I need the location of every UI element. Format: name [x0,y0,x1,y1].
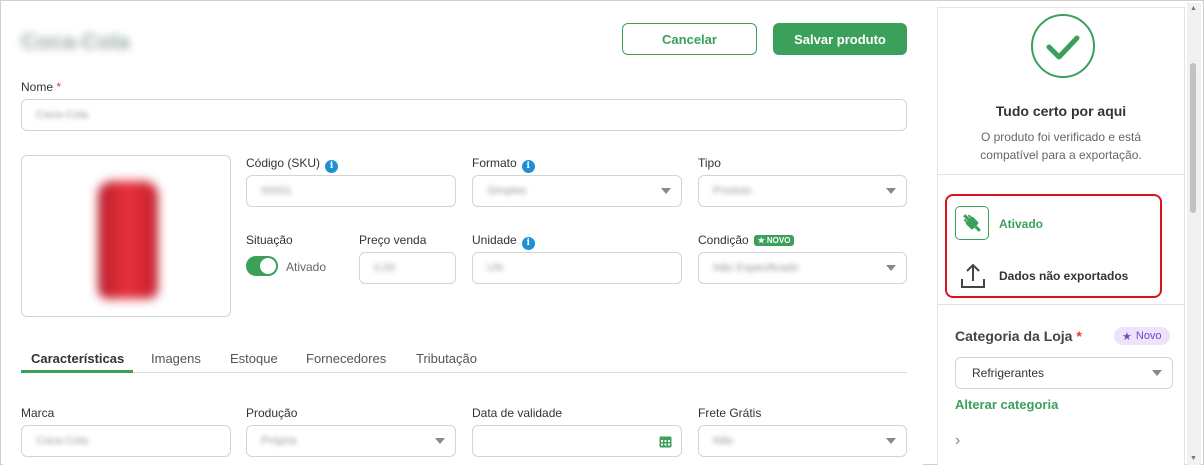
sku-label: Código (SKU) i [246,156,339,173]
active-tab-indicator [21,370,133,373]
sku-input[interactable]: 00001 [246,175,456,207]
type-label: Tipo [698,156,721,170]
format-label: Formato i [472,156,535,173]
condition-select[interactable]: Não Especificado [698,252,907,284]
info-icon[interactable]: i [521,160,535,173]
chevron-right-icon[interactable]: › [955,432,960,450]
product-image[interactable] [21,155,231,317]
export-status: Dados não exportados [999,269,1129,283]
expiry-date-input[interactable] [472,425,682,457]
status-description: O produto foi verificado e está compatív… [980,130,1142,162]
product-form: Coca-Cola Cancelar Salvar produto Nome *… [3,3,923,465]
price-label: Preço venda [359,233,427,247]
check-icon [1031,14,1095,78]
change-category-link[interactable]: Alterar categoria [955,397,1058,412]
info-icon[interactable]: i [521,237,535,250]
new-badge: ★ Novo [1114,327,1170,345]
name-label: Nome * [21,80,62,94]
save-product-button[interactable]: Salvar produto [773,23,907,55]
tab-imagens[interactable]: Imagens [151,351,201,366]
scrollbar[interactable]: ▲ ▼ [1187,3,1201,465]
price-input[interactable]: 0,00 [359,252,456,284]
star-icon: ★ [1122,330,1132,343]
production-select[interactable]: Própria [246,425,456,457]
new-badge: ★ NOVO [753,235,795,246]
unit-label: Unidade i [472,233,535,250]
product-photo [98,181,158,299]
store-category-title: Categoria da Loja * [955,328,1082,344]
tab-estoque[interactable]: Estoque [230,351,278,366]
tab-bar: Características Imagens Estoque Forneced… [21,349,907,373]
situation-state: Ativado [286,260,327,274]
enabled-status: Ativado [999,217,1044,231]
info-icon[interactable]: i [325,160,339,173]
plug-icon[interactable] [955,206,989,240]
brand-label: Marca [21,406,55,420]
integration-status-box: Ativado Dados não exportados [945,194,1162,298]
tab-caracteristicas[interactable]: Características [31,351,124,366]
production-label: Produção [246,406,298,420]
status-title: Tudo certo por aqui [995,103,1127,119]
expiry-label: Data de validade [472,406,563,420]
chevron-down-icon [1152,370,1162,376]
chevron-down-icon [661,188,671,194]
situation-toggle[interactable] [246,256,278,276]
toggle-knob [260,258,276,274]
page-title: Coca-Cola [21,29,130,54]
condition-label: Condição ★ NOVO [698,233,795,247]
situation-label: Situação [246,233,293,247]
cancel-button[interactable]: Cancelar [622,23,757,55]
scroll-up-icon[interactable]: ▲ [1190,5,1197,13]
export-status-panel: Tudo certo por aqui O produto foi verifi… [937,7,1185,465]
upload-icon [961,263,985,288]
scrollbar-thumb[interactable] [1190,63,1196,213]
brand-input[interactable]: Coca-Cola [21,425,231,457]
unit-input[interactable]: UN [472,252,682,284]
store-category-select[interactable]: Refrigerantes [955,357,1173,389]
tab-tributacao[interactable]: Tributação [416,351,477,366]
divider [938,174,1184,175]
chevron-down-icon [435,438,445,444]
chevron-down-icon [886,188,896,194]
calendar-icon[interactable] [659,435,672,448]
free-shipping-select[interactable]: Não [698,425,907,457]
chevron-down-icon [886,438,896,444]
tab-fornecedores[interactable]: Fornecedores [306,351,386,366]
type-select[interactable]: Produto [698,175,907,207]
name-input[interactable]: Coca-Cola [21,99,907,131]
format-select[interactable]: Simples [472,175,682,207]
chevron-down-icon [886,265,896,271]
scroll-down-icon[interactable]: ▼ [1190,455,1197,463]
star-icon: ★ [757,236,765,245]
shipping-label: Frete Grátis [698,406,762,420]
divider [938,304,1184,305]
